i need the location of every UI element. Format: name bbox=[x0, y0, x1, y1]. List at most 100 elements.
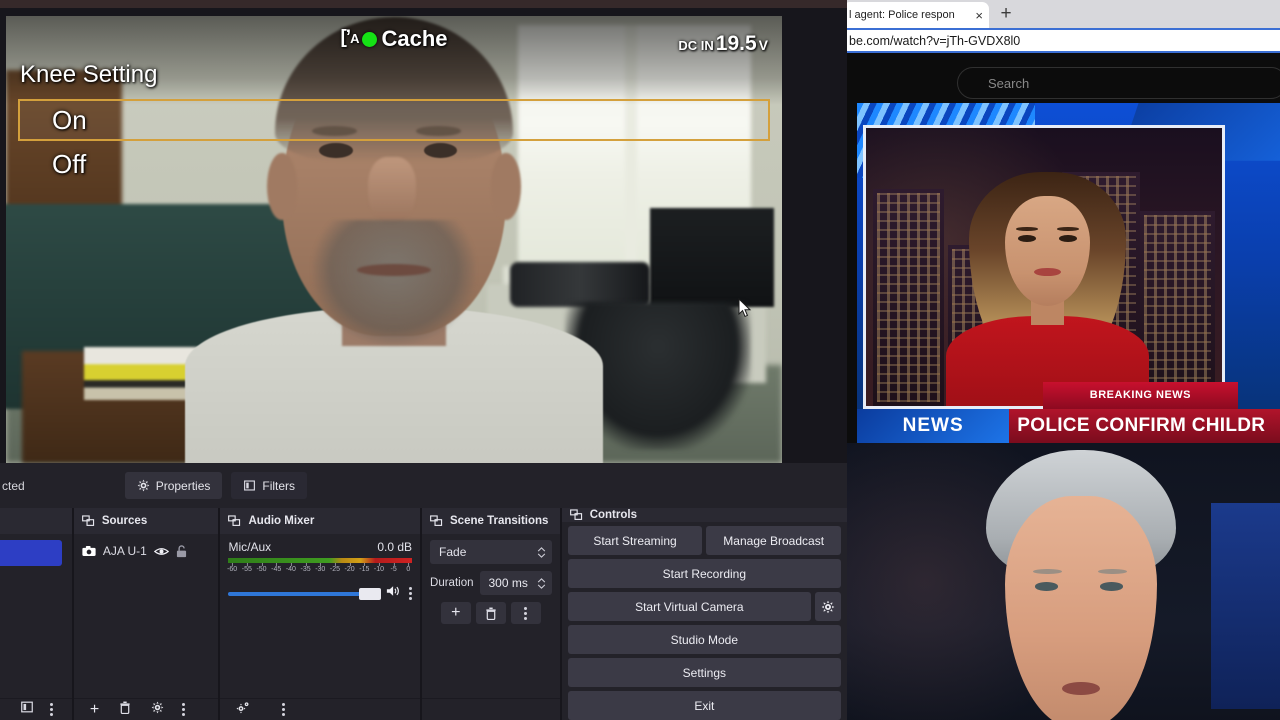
source-list-item[interactable]: AJA U-1 bbox=[82, 540, 211, 562]
obs-title-bar[interactable]: OBS 28.1.2 - Profile: Untitled - Scenes:… bbox=[0, 0, 847, 8]
program-preview-canvas[interactable]: [’A Cache DC IN 19.5 V Knee Setting On O… bbox=[6, 16, 782, 463]
manage-broadcast-button[interactable]: Manage Broadcast bbox=[706, 526, 841, 555]
camera-menu-item-on-label: On bbox=[52, 104, 87, 135]
transition-type-select[interactable]: Fade bbox=[430, 540, 552, 564]
scene-transitions-dock-header[interactable]: Scene Transitions bbox=[422, 508, 560, 534]
sources-list[interactable]: AJA U-1 bbox=[74, 534, 219, 698]
properties-button[interactable]: Properties bbox=[124, 472, 223, 499]
building bbox=[873, 189, 945, 406]
preview-area[interactable]: [’A Cache DC IN 19.5 V Knee Setting On O… bbox=[0, 8, 847, 463]
meter-tick: -30 bbox=[315, 563, 326, 573]
scenes-list[interactable] bbox=[0, 534, 72, 698]
controls-row-6: Exit bbox=[567, 691, 841, 720]
audio-mixer-dock: Audio Mixer Mic/Aux 0.0 dB -60 -55 -50 -… bbox=[220, 508, 421, 720]
plus-icon: + bbox=[451, 604, 461, 621]
news-channel-logo: NEWS bbox=[857, 409, 1010, 443]
youtube-video-player[interactable]: BREAKING NEWS NEWS POLICE CONFIRM CHILDR bbox=[857, 103, 1280, 443]
close-icon[interactable]: × bbox=[975, 8, 983, 23]
remove-transition-button[interactable] bbox=[475, 602, 506, 624]
anchor2-eye-right bbox=[1099, 582, 1123, 592]
news-video-frame bbox=[863, 125, 1225, 409]
speaker-icon[interactable] bbox=[386, 584, 402, 603]
browser-address-bar[interactable]: be.com/watch?v=jTh-GVDX8l0 bbox=[847, 28, 1280, 53]
youtube-search-placeholder: Search bbox=[988, 75, 1030, 91]
settings-button[interactable]: Settings bbox=[567, 658, 841, 687]
duration-input[interactable]: 300 ms bbox=[480, 571, 552, 595]
transition-properties-button[interactable] bbox=[510, 602, 541, 624]
dock-grip-icon bbox=[228, 515, 241, 526]
sources-dock-title: Sources bbox=[101, 515, 148, 527]
browser-window: l agent: Police respon × + be.com/watch?… bbox=[847, 0, 1280, 720]
controls-body: Start Streaming Manage Broadcast Start R… bbox=[562, 522, 847, 720]
start-recording-button[interactable]: Start Recording bbox=[567, 559, 841, 588]
sources-dock-footer: + bbox=[73, 698, 219, 720]
studio-blue-panel bbox=[1210, 502, 1280, 709]
scene-list-item-selected[interactable] bbox=[0, 540, 62, 566]
source-settings-gear-icon[interactable] bbox=[151, 701, 164, 719]
volume-slider[interactable] bbox=[228, 587, 382, 600]
eye-icon[interactable] bbox=[153, 546, 169, 557]
anchor-eye-left bbox=[1018, 234, 1037, 242]
transition-type-value: Fade bbox=[439, 545, 467, 559]
transition-buttons-row: + bbox=[430, 602, 552, 624]
camera-menu-item-off[interactable]: Off bbox=[18, 143, 770, 185]
studio-mode-button[interactable]: Studio Mode bbox=[567, 625, 841, 654]
add-transition-button[interactable]: + bbox=[440, 602, 471, 624]
duration-value: 300 ms bbox=[488, 576, 528, 590]
filters-button[interactable]: Filters bbox=[231, 472, 308, 499]
scene-filters-icon[interactable] bbox=[20, 700, 34, 719]
screen-root: OBS 28.1.2 - Profile: Untitled - Scenes:… bbox=[0, 0, 1280, 720]
audio-mixer-dock-header[interactable]: Audio Mixer bbox=[220, 508, 421, 534]
duration-spinner-icon[interactable] bbox=[535, 577, 548, 589]
virtual-camera-settings-gear-icon[interactable] bbox=[815, 592, 841, 621]
start-streaming-button[interactable]: Start Streaming bbox=[567, 526, 703, 555]
browser-tab-strip: l agent: Police respon × + bbox=[847, 0, 1280, 28]
meter-tick: -5 bbox=[390, 563, 397, 573]
remove-source-icon[interactable] bbox=[119, 701, 131, 719]
audio-meter-scale: -60 -55 -50 -45 -40 -35 -30 -25 -20 -15 … bbox=[227, 563, 412, 575]
dc-in-value: 19.5 bbox=[715, 32, 757, 55]
properties-button-label: Properties bbox=[155, 478, 211, 493]
audio-mixer-dock-footer bbox=[220, 698, 421, 720]
scene-transitions-dock-title: Scene Transitions bbox=[450, 515, 549, 527]
audio-mixer-more-menu-icon[interactable] bbox=[282, 703, 286, 716]
dock-grip-icon bbox=[430, 515, 443, 526]
subject-mouth bbox=[356, 263, 432, 276]
unlock-icon[interactable] bbox=[176, 544, 187, 558]
volume-slider-handle[interactable] bbox=[359, 587, 382, 600]
scenes-dock-header[interactable]: Scenes bbox=[0, 508, 72, 534]
new-tab-button[interactable]: + bbox=[993, 3, 1019, 25]
controls-row-2: Start Recording bbox=[567, 559, 841, 588]
scene-transitions-dock-footer bbox=[422, 698, 560, 720]
youtube-search-input[interactable]: Search bbox=[957, 67, 1280, 99]
building bbox=[1140, 211, 1215, 406]
add-source-icon[interactable]: + bbox=[90, 701, 99, 718]
exit-button[interactable]: Exit bbox=[567, 691, 841, 720]
scenes-more-menu-icon[interactable] bbox=[50, 703, 53, 716]
scene-transitions-body: Fade Duration 300 ms + bbox=[422, 534, 560, 698]
meter-tick: -50 bbox=[256, 563, 267, 573]
secondary-video-frame[interactable] bbox=[847, 443, 1280, 720]
meter-tick: -45 bbox=[271, 563, 282, 573]
camera-menu-title: Knee Setting bbox=[20, 61, 158, 88]
advanced-audio-properties-icon[interactable] bbox=[236, 701, 250, 719]
sources-more-menu-icon[interactable] bbox=[182, 703, 186, 716]
audio-mixer-body: Mic/Aux 0.0 dB -60 -55 -50 -45 -40 -35 -… bbox=[220, 534, 420, 698]
source-item-label: AJA U-1 bbox=[102, 544, 147, 558]
controls-row-3: Start Virtual Camera bbox=[567, 592, 841, 621]
audio-channel-menu-icon[interactable] bbox=[409, 587, 413, 600]
transition-spinner-icon[interactable] bbox=[535, 546, 548, 558]
start-virtual-camera-button[interactable]: Start Virtual Camera bbox=[567, 592, 811, 621]
sources-dock: Sources AJA U-1 + bbox=[73, 508, 219, 720]
controls-dock-title: Controls bbox=[589, 509, 637, 521]
browser-tab-active[interactable]: l agent: Police respon × bbox=[847, 2, 989, 28]
anchor-eye-right bbox=[1059, 234, 1077, 242]
duration-row: Duration 300 ms bbox=[430, 571, 552, 595]
sources-dock-header[interactable]: Sources bbox=[73, 508, 219, 534]
controls-dock-header[interactable]: Controls bbox=[561, 508, 847, 522]
camera-menu-item-on[interactable]: On bbox=[18, 99, 770, 141]
dc-in-indicator: DC IN 19.5 V bbox=[678, 32, 768, 56]
controls-row-5: Settings bbox=[567, 658, 841, 687]
no-source-selected-label: cted bbox=[2, 478, 25, 493]
meter-tick: -55 bbox=[241, 563, 252, 573]
